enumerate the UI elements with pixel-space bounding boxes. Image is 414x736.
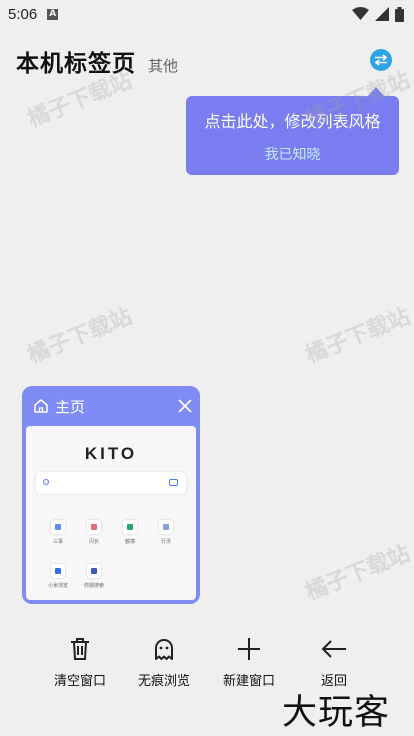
preview-shortcut: 闪长 [74,520,114,545]
new-window-label: 新建窗口 [222,674,275,689]
shortcut-icon [159,520,173,534]
back-button[interactable]: 返回 [292,630,376,689]
watermark: 橘子下载站 [24,304,136,369]
wifi-icon [352,7,369,20]
arrow-left-icon [321,640,346,658]
shortcut-label: 三事 [52,539,63,545]
shortcut-icon [87,564,101,578]
incognito-label: 无痕浏览 [137,674,190,689]
preview-shortcut: 小米浏览 [38,564,78,589]
shortcut-label: 小米浏览 [47,583,68,589]
battery-icon [395,6,404,22]
plus-icon [238,638,260,660]
signal-icon [375,7,389,21]
preview-shortcut: 都荡 [110,520,150,545]
watermark: 橘子下载站 [302,304,414,369]
tooltip-message: 点击此处，修改列表风格 [204,112,381,131]
shortcut-label: 闪长 [88,539,99,545]
camera-icon [169,479,178,486]
ghost-icon [155,639,173,660]
home-icon [34,399,48,413]
shortcut-label: 行沃 [160,539,171,545]
close-icon [178,399,192,413]
status-time: 5:06 [8,5,38,23]
preview-logo: KITO [84,444,138,463]
incognito-button[interactable]: 无痕浏览 [122,630,206,689]
other-tabs-link[interactable]: 其他 [148,55,178,76]
brand-watermark: 大玩客 [282,693,391,733]
clear-windows-label: 清空窗口 [53,674,106,689]
watermark: 橘子下载站 [302,541,414,606]
tab-card-title: 主页 [55,397,86,416]
shortcut-icon [87,520,101,534]
shortcut-icon [51,564,65,578]
shortcut-label: 你猜搜索 [83,583,104,589]
status-bar: 5:06 A [0,0,414,28]
preview-search-bar [36,472,186,494]
shortcut-icon [51,520,65,534]
notification-a-icon: A [47,8,59,20]
close-tab-button[interactable] [178,399,192,413]
trash-icon [71,638,89,660]
preview-shortcut: 行沃 [146,520,186,545]
preview-shortcut: 三事 [38,520,78,545]
tab-card-header: 主页 [22,386,200,426]
swap-arrows-icon [374,54,388,66]
tab-preview[interactable]: KITO 三事 闪长 都荡 行沃 小米浏览 你猜搜索 [26,426,196,600]
search-icon [43,479,49,485]
preview-shortcut: 你猜搜索 [74,564,114,589]
clear-windows-button[interactable]: 清空窗口 [38,630,122,689]
tab-card-home[interactable]: 主页 KITO 三事 闪长 都荡 行沃 小米浏览 你猜搜索 [22,386,200,604]
new-window-button[interactable]: 新建窗口 [207,630,291,689]
shortcut-label: 都荡 [124,539,135,545]
tooltip-ack-button[interactable]: 我已知晓 [265,144,321,164]
shortcut-icon [123,520,137,534]
